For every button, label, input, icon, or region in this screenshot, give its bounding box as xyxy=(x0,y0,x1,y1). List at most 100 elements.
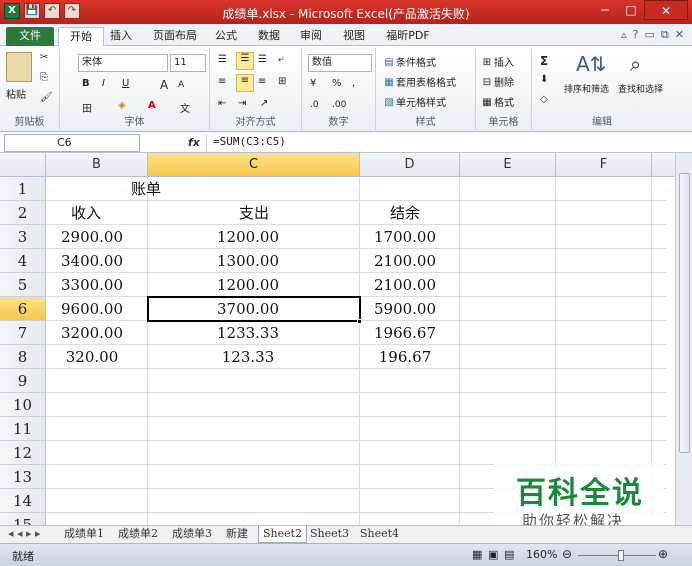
font-color-icon[interactable]: A xyxy=(148,100,156,111)
sheet-nav-icon[interactable]: ◂ ◂ ▸ ▸ xyxy=(4,526,45,543)
table-cell[interactable]: 9600.00 xyxy=(46,297,138,321)
sheet-tab-active[interactable]: Sheet2 xyxy=(258,526,308,543)
doc-close-icon[interactable]: ✕ xyxy=(675,28,684,42)
close-button[interactable]: ✕ xyxy=(644,0,688,20)
table-cell[interactable]: 1200.00 xyxy=(148,273,348,297)
currency-icon[interactable]: ¥ xyxy=(310,78,316,89)
comma-button[interactable]: , xyxy=(352,78,355,89)
format-button[interactable]: ▦ 格式 xyxy=(480,94,514,110)
row-header[interactable]: 13 xyxy=(0,465,46,489)
tab-view[interactable]: 视图 xyxy=(338,27,370,46)
row-header[interactable]: 8 xyxy=(0,345,46,369)
worksheet-grid[interactable]: B C D E F 1 2 3 4 5 6 7 8 9 10 11 12 13 … xyxy=(0,153,692,525)
fill-handle[interactable] xyxy=(357,319,362,324)
table-cell[interactable]: 2900.00 xyxy=(46,225,138,249)
table-cell[interactable]: 320.00 xyxy=(46,345,138,369)
help-icon[interactable]: ? xyxy=(633,28,639,42)
ribbon-collapse-icon[interactable]: ▵ xyxy=(621,28,627,42)
vertical-scrollbar[interactable] xyxy=(675,153,692,525)
row-header[interactable]: 6 xyxy=(0,297,46,321)
percent-button[interactable]: % xyxy=(332,78,342,89)
table-cell[interactable]: 1233.33 xyxy=(148,321,348,345)
wrap-text-icon[interactable]: ⤶ xyxy=(278,54,284,65)
row-header[interactable]: 14 xyxy=(0,489,46,513)
cut-icon[interactable]: ✂ xyxy=(40,52,48,63)
table-cell[interactable]: 1966.67 xyxy=(360,321,450,345)
column-header-f[interactable]: F xyxy=(556,153,652,177)
tab-file[interactable]: 文件 xyxy=(6,27,54,46)
minimize-button[interactable]: ─ xyxy=(592,0,618,20)
merge-center-icon[interactable]: ⊞ xyxy=(278,76,286,87)
number-format-select[interactable]: 数值 xyxy=(308,54,372,72)
tab-review[interactable]: 审阅 xyxy=(295,27,327,46)
sheet-tab[interactable]: 成绩单1 xyxy=(60,526,108,543)
underline-button[interactable]: U xyxy=(122,78,129,89)
row-header[interactable]: 15 xyxy=(0,513,46,525)
align-center-icon[interactable]: ≡ xyxy=(236,74,254,92)
italic-button[interactable]: I xyxy=(102,78,105,89)
font-size-select[interactable]: 11 xyxy=(170,54,206,72)
column-header-b[interactable]: B xyxy=(46,153,148,177)
increase-decimal-icon[interactable]: .0 xyxy=(310,100,319,110)
table-cell[interactable]: 3200.00 xyxy=(46,321,138,345)
table-cell[interactable]: 196.67 xyxy=(360,345,450,369)
grow-font-button[interactable]: A xyxy=(160,78,168,92)
bold-button[interactable]: B xyxy=(82,78,90,89)
find-select-icon[interactable]: ⌕ xyxy=(630,52,641,76)
table-cell[interactable]: 1200.00 xyxy=(148,225,348,249)
table-cell[interactable]: 5900.00 xyxy=(360,297,450,321)
conditional-format-button[interactable]: ▤ 条件格式 xyxy=(382,54,436,70)
sheet-tab[interactable]: 成绩单3 xyxy=(168,526,216,543)
copy-icon[interactable]: ⎘ xyxy=(40,72,48,83)
zoom-slider[interactable] xyxy=(578,555,656,556)
shrink-font-button[interactable]: A xyxy=(178,80,184,90)
zoom-level[interactable]: 160% xyxy=(526,548,557,561)
row-header[interactable]: 9 xyxy=(0,369,46,393)
align-left-icon[interactable]: ≡ xyxy=(218,76,226,87)
header-cell-income[interactable]: 收入 xyxy=(46,201,126,225)
cell-style-button[interactable]: ▧ 单元格样式 xyxy=(382,94,446,110)
row-header[interactable]: 5 xyxy=(0,273,46,297)
view-normal-icon[interactable]: ▦ xyxy=(472,548,482,561)
row-header[interactable]: 2 xyxy=(0,201,46,225)
header-cell-balance[interactable]: 结余 xyxy=(360,201,450,225)
orientation-icon[interactable]: ↗ xyxy=(260,98,268,109)
align-top-icon[interactable]: ☰ xyxy=(218,54,227,65)
fx-icon[interactable]: fx xyxy=(188,136,200,149)
sheet-tab[interactable]: 成绩单2 xyxy=(114,526,162,543)
table-cell[interactable]: 1300.00 xyxy=(148,249,348,273)
zoom-out-icon[interactable]: ⊖ xyxy=(562,547,572,561)
align-right-icon[interactable]: ≡ xyxy=(258,76,266,87)
column-header-c[interactable]: C xyxy=(148,153,360,177)
sheet-tab[interactable]: Sheet4 xyxy=(356,526,403,543)
align-bottom-icon[interactable]: ☰ xyxy=(258,54,267,65)
row-header[interactable]: 12 xyxy=(0,441,46,465)
delete-button[interactable]: ⊟ 删除 xyxy=(480,74,514,90)
view-page-layout-icon[interactable]: ▣ xyxy=(488,548,498,561)
view-page-break-icon[interactable]: ▤ xyxy=(504,548,514,561)
doc-minimize-icon[interactable]: ▭ xyxy=(645,28,655,42)
tab-formulas[interactable]: 公式 xyxy=(210,27,242,46)
sort-filter-icon[interactable]: A⇅ xyxy=(576,52,606,76)
format-painter-icon[interactable]: 🖌 xyxy=(40,92,53,103)
decrease-indent-icon[interactable]: ⇤ xyxy=(218,98,226,109)
tab-pdf[interactable]: 福昕PDF xyxy=(382,27,434,46)
paste-button[interactable]: 粘贴 xyxy=(6,86,26,101)
select-all-corner[interactable] xyxy=(0,153,46,177)
doc-restore-icon[interactable]: ⧉ xyxy=(661,28,669,42)
increase-indent-icon[interactable]: ⇥ xyxy=(238,98,246,109)
row-header[interactable]: 4 xyxy=(0,249,46,273)
tab-data[interactable]: 数据 xyxy=(253,27,285,46)
fill-color-icon[interactable]: ◈ xyxy=(118,100,126,111)
zoom-slider-thumb[interactable] xyxy=(618,550,624,561)
column-header-e[interactable]: E xyxy=(460,153,556,177)
sheet-tab[interactable]: Sheet3 xyxy=(306,526,353,543)
paste-icon[interactable] xyxy=(6,52,32,82)
table-cell[interactable]: 123.33 xyxy=(148,345,348,369)
insert-button[interactable]: ⊞ 插入 xyxy=(480,54,514,70)
clear-icon[interactable]: ◇ xyxy=(540,94,548,105)
row-header[interactable]: 10 xyxy=(0,393,46,417)
fill-icon[interactable]: ⬇ xyxy=(540,74,548,85)
row-header[interactable]: 3 xyxy=(0,225,46,249)
find-select-button[interactable]: 查找和选择 xyxy=(618,82,663,95)
